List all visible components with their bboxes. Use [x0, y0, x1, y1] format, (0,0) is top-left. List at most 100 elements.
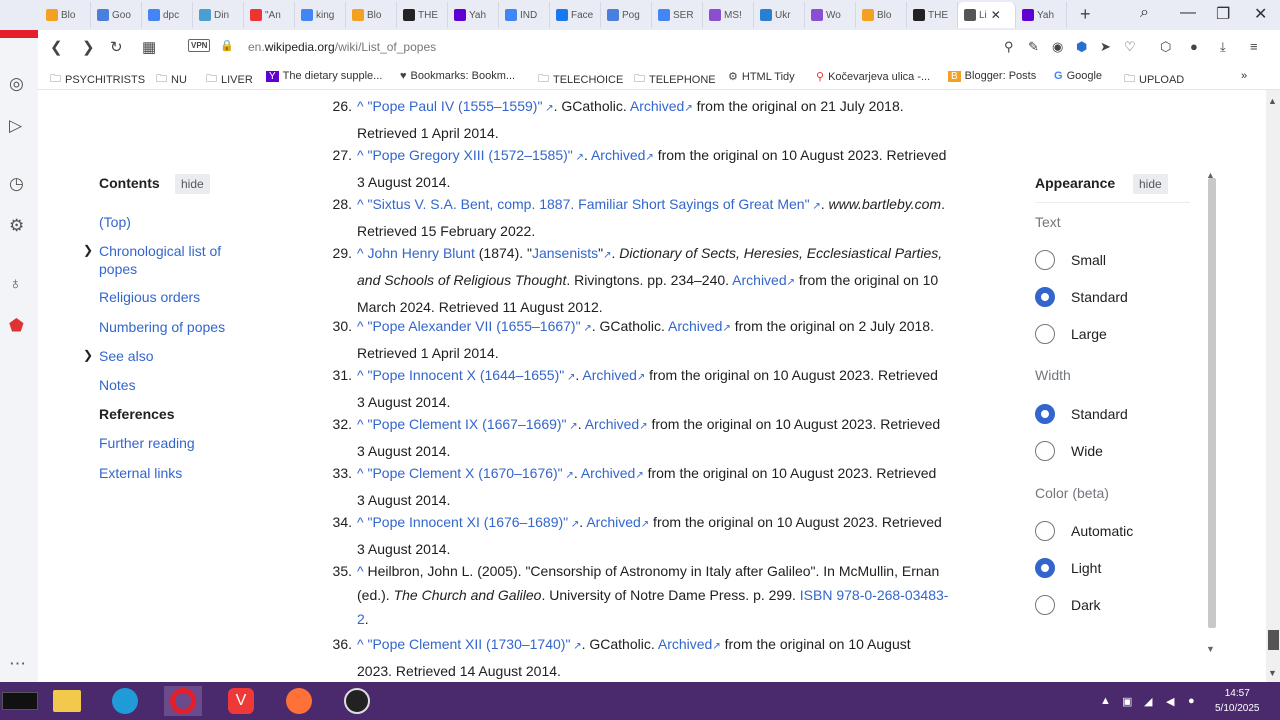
reference-link[interactable]: "Pope Innocent XI (1676–1689)": [367, 514, 568, 530]
backlink-caret[interactable]: ^: [357, 367, 367, 383]
extensions-icon[interactable]: ⬡: [1160, 39, 1171, 55]
toc-item-religious-orders[interactable]: Religious orders: [99, 289, 200, 305]
vivaldi-icon[interactable]: V: [222, 686, 260, 716]
radio-button[interactable]: [1035, 521, 1055, 541]
tray-chevron-icon[interactable]: ▲: [1100, 695, 1111, 707]
opera-tray-icon[interactable]: ●: [1188, 695, 1195, 707]
speed-dial-icon[interactable]: ▦: [142, 38, 156, 56]
backlink-caret[interactable]: ^: [357, 147, 367, 163]
scroll-up-icon[interactable]: ▲: [1268, 96, 1277, 106]
browser-tab[interactable]: IND: [499, 2, 550, 28]
bookmark-item[interactable]: 🗀 UPLOAD: [1124, 70, 1184, 89]
bookmark-item[interactable]: G Google: [1054, 70, 1102, 82]
bookmark-item[interactable]: ♥ Bookmarks: Bookm...: [400, 70, 515, 82]
reference-link[interactable]: Archived: [630, 98, 684, 114]
vpn-badge[interactable]: VPN: [188, 39, 211, 52]
radio-button[interactable]: [1035, 441, 1055, 461]
browser-tab[interactable]: SER: [652, 2, 703, 28]
color-option[interactable]: Dark: [1035, 595, 1101, 615]
scroll-down-icon[interactable]: ▼: [1268, 668, 1277, 678]
toc-item-chronological-2[interactable]: popes: [99, 261, 137, 277]
download-icon[interactable]: ⤓: [1220, 39, 1226, 55]
reference-link[interactable]: Archived: [581, 465, 635, 481]
toc-hide-button[interactable]: hide: [175, 174, 210, 194]
reference-link[interactable]: "Sixtus V. S.A. Bent, comp. 1887. Famili…: [367, 196, 809, 212]
file-explorer-icon[interactable]: [48, 686, 86, 716]
start-icon[interactable]: [0, 686, 40, 716]
reference-link[interactable]: Archived: [732, 272, 786, 288]
backlink-caret[interactable]: ^: [357, 196, 367, 212]
bookmark-item[interactable]: B Blogger: Posts: [948, 70, 1036, 82]
clock[interactable]: 14:57 5/10/2025: [1215, 686, 1260, 716]
toc-expand-icon[interactable]: ❯: [83, 243, 93, 257]
restore-icon[interactable]: ❐: [1216, 4, 1230, 24]
reference-link[interactable]: "Pope Innocent X (1644–1655)": [367, 367, 564, 383]
url-field[interactable]: en.wikipedia.org/wiki/List_of_popes: [248, 40, 436, 54]
back-icon[interactable]: ❮: [50, 38, 63, 56]
browser-tab[interactable]: Yah: [448, 2, 499, 28]
panel-scrollbar[interactable]: [1208, 178, 1216, 628]
bookmark-item[interactable]: 🗀 TELEPHONE: [634, 70, 716, 89]
adblock-icon[interactable]: ⬟: [9, 316, 24, 336]
network-icon[interactable]: ◢: [1144, 695, 1152, 708]
reference-link[interactable]: Archived: [668, 318, 722, 334]
browser-tab[interactable]: Din: [193, 2, 244, 28]
toc-expand-icon[interactable]: ❯: [83, 348, 93, 362]
profile-icon[interactable]: ●: [1190, 39, 1198, 54]
bookmark-item[interactable]: 🗀 NU: [156, 70, 187, 89]
browser-tab[interactable]: Goo: [91, 2, 142, 28]
bookmark-item[interactable]: Y The dietary supple...: [266, 70, 382, 82]
backlink-caret[interactable]: ^: [357, 318, 367, 334]
browser-tab[interactable]: Blo: [346, 2, 397, 28]
toc-item-references[interactable]: References: [99, 406, 175, 422]
backlink-caret[interactable]: ^: [357, 465, 367, 481]
toc-item-top[interactable]: (Top): [99, 214, 131, 230]
width-option[interactable]: Standard: [1035, 404, 1128, 424]
obs-icon[interactable]: [338, 686, 376, 716]
browser-tab[interactable]: THE: [907, 2, 958, 28]
tray-app-icon[interactable]: ▣: [1122, 695, 1132, 708]
lightbulb-icon[interactable]: ♁: [9, 274, 22, 294]
color-option[interactable]: Automatic: [1035, 521, 1133, 541]
text-size-option[interactable]: Standard: [1035, 287, 1128, 307]
reference-link[interactable]: "Pope Gregory XIII (1572–1585)": [367, 147, 572, 163]
backlink-caret[interactable]: ^: [357, 245, 367, 261]
backlink-caret[interactable]: ^: [357, 636, 367, 652]
reference-link[interactable]: Archived: [582, 367, 636, 383]
browser-tab[interactable]: Blo: [856, 2, 907, 28]
lock-icon[interactable]: 🔒: [220, 39, 234, 52]
reference-link[interactable]: "Pope Paul IV (1555–1559)": [367, 98, 542, 114]
toc-item-further-reading[interactable]: Further reading: [99, 435, 195, 451]
reference-link[interactable]: "Pope Clement X (1670–1676)": [367, 465, 562, 481]
reference-link[interactable]: Jansenists: [532, 245, 598, 261]
browser-tab[interactable]: THE: [397, 2, 448, 28]
browser-tab[interactable]: Blo: [40, 2, 91, 28]
edge-icon[interactable]: [106, 686, 144, 716]
bookmark-item[interactable]: 🗀 TELECHOICE: [538, 70, 623, 89]
zoom-icon[interactable]: ⚲: [1004, 39, 1014, 55]
bookmark-item[interactable]: ⚲ Kočevarjeva ulica -...: [816, 70, 930, 84]
browser-tab[interactable]: Face: [550, 2, 601, 28]
page-scrollbar-track[interactable]: [1266, 90, 1280, 682]
camera-icon[interactable]: ◉: [1052, 39, 1063, 55]
close-tab-icon[interactable]: ✕: [991, 8, 1001, 22]
toc-item-notes[interactable]: Notes: [99, 377, 136, 393]
browser-tab[interactable]: king: [295, 2, 346, 28]
reference-link[interactable]: "Pope Alexander VII (1655–1667)": [367, 318, 580, 334]
toc-item-numbering[interactable]: Numbering of popes: [99, 319, 225, 335]
menu-icon[interactable]: ≡: [1250, 39, 1258, 54]
toc-item-chronological[interactable]: Chronological list of: [99, 243, 221, 259]
width-option[interactable]: Wide: [1035, 441, 1103, 461]
browser-tab[interactable]: Yah: [1016, 2, 1067, 28]
reference-link[interactable]: ISBN 978-0-268-03483-: [800, 587, 949, 603]
reference-link[interactable]: Archived: [658, 636, 712, 652]
reference-link[interactable]: Archived: [591, 147, 645, 163]
reference-link[interactable]: Archived: [586, 514, 640, 530]
bookmark-item[interactable]: ⚙ HTML Tidy: [728, 70, 795, 84]
search-tabs-icon[interactable]: ⌕: [1140, 4, 1149, 22]
browser-tab[interactable]: Li ✕: [958, 2, 1016, 28]
backlink-caret[interactable]: ^: [357, 563, 367, 579]
appearance-hide-button[interactable]: hide: [1133, 174, 1168, 194]
edit-icon[interactable]: ✎: [1028, 39, 1039, 55]
reference-link[interactable]: Archived: [585, 416, 639, 432]
